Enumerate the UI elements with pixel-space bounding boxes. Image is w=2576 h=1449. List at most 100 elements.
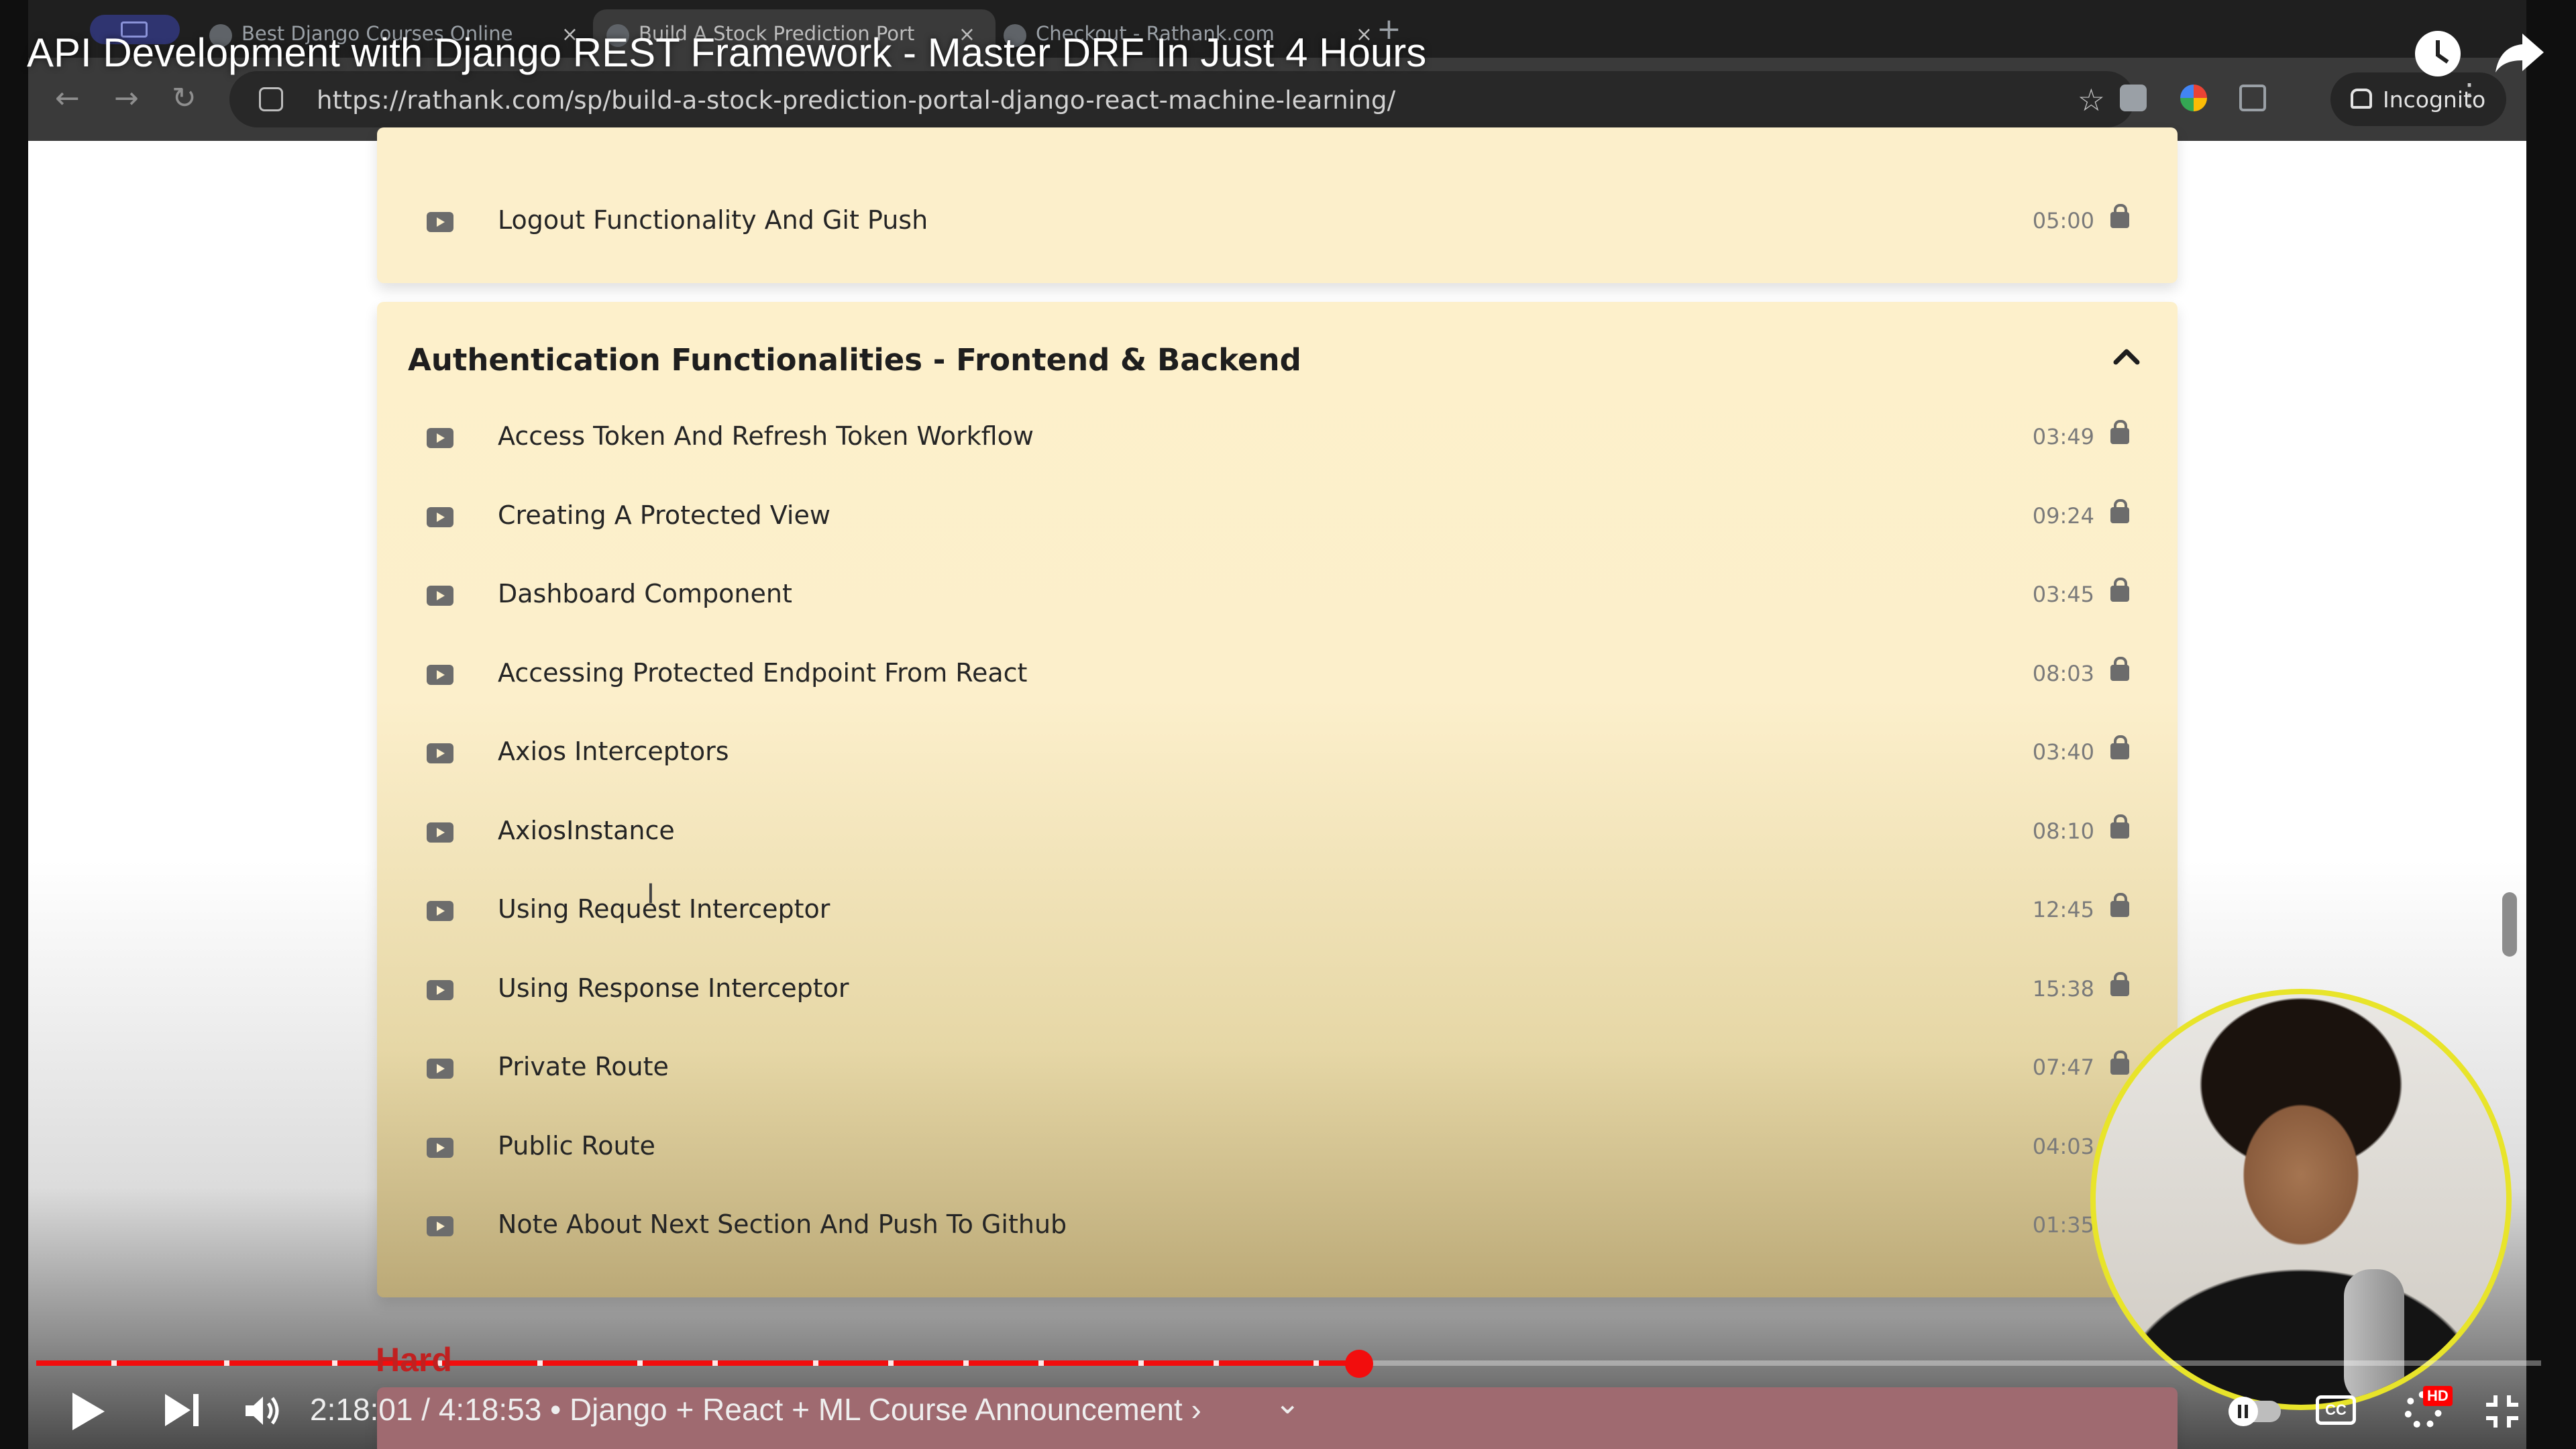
scrubber-handle[interactable] [1344,1350,1373,1378]
chapter-gap [637,1360,643,1366]
lock-icon [2110,1051,2129,1075]
autoplay-knob [2229,1397,2258,1426]
chapter-gap [888,1360,894,1366]
lock-icon [2110,893,2129,917]
video-icon [427,979,453,1000]
video-icon [427,586,453,606]
video-icon [427,212,453,232]
video-title[interactable]: API Development with Django REST Framewo… [27,30,1426,76]
play-icon[interactable] [72,1393,105,1430]
next-icon-bar [193,1394,199,1426]
bookmark-star-icon[interactable]: ☆ [2078,82,2105,118]
lesson-row[interactable]: AxiosInstance 08:10 [377,797,2178,871]
video-icon [427,664,453,685]
presenter-webcam [2090,989,2512,1410]
video-icon [427,743,453,763]
lesson-title: Using Response Interceptor [498,973,849,1003]
lock-icon [2110,735,2129,759]
chapter-gap [224,1360,230,1366]
lesson-row[interactable]: Creating A Protected View 09:24 [377,482,2178,555]
lesson-title: Using Request Interceptor [498,894,830,924]
video-icon [427,428,453,448]
chapter-gap [111,1360,117,1366]
reload-icon[interactable]: ↻ [172,82,197,115]
chapter-gap [812,1360,818,1366]
chapter-gap [1313,1360,1320,1366]
chapter-gap [537,1360,543,1366]
lesson-title: Access Token And Refresh Token Workflow [498,421,1034,451]
chapter-gap [331,1360,337,1366]
exit-fullscreen-icon[interactable] [2485,1394,2520,1429]
autoplay-toggle-icon[interactable] [2229,1397,2281,1426]
lock-icon [2110,656,2129,681]
section-title[interactable]: Authentication Functionalities - Fronten… [408,342,1301,378]
lock-icon [2110,971,2129,996]
next-icon[interactable] [165,1394,191,1426]
lesson-row[interactable]: Dashboard Component 03:45 [377,560,2178,634]
lesson-row[interactable]: Private Route 07:47 [377,1033,2178,1107]
site-settings-icon[interactable] [259,87,283,111]
lesson-row[interactable]: Public Route 04:03 [377,1112,2178,1186]
player-controls: 2:18:01 / 4:18:53 • Django + React + ML … [0,1382,2576,1449]
time-display[interactable]: 2:18:01 / 4:18:53 • Django + React + ML … [310,1391,1201,1428]
lesson-duration: 01:35 [2032,1212,2094,1238]
lock-icon [2110,420,2129,444]
address-bar[interactable]: https://rathank.com/sp/build-a-stock-pre… [229,71,2135,127]
forward-icon[interactable]: → [114,82,139,115]
incognito-icon [2351,89,2372,109]
lock-icon [2110,578,2129,602]
video-icon [427,901,453,921]
lesson-duration: 07:47 [2032,1055,2094,1080]
color-extension-icon[interactable] [2180,85,2207,111]
lesson-title: AxiosInstance [498,815,675,845]
lesson-title: Accessing Protected Endpoint From React [498,657,1028,688]
volume-icon[interactable] [243,1394,283,1428]
video-icon [427,1059,453,1079]
text-cursor-icon: I [647,879,655,910]
lesson-row[interactable]: Logout Functionality And Git Push 05:00 [377,186,2178,260]
browser-menu-icon[interactable]: ⋮ [2454,76,2485,113]
lesson-duration: 04:03 [2032,1133,2094,1159]
lesson-duration: 05:00 [2032,208,2094,233]
lesson-title: Note About Next Section And Push To Gith… [498,1210,1067,1239]
lesson-title: Public Route [498,1130,655,1161]
progress-played [36,1360,1359,1366]
chapter-gap [712,1360,718,1366]
previous-section-card: Logout Functionality And Git Push 05:00 [377,127,2178,283]
lesson-duration: 15:38 [2032,975,2094,1002]
chevron-up-icon[interactable] [2106,337,2147,377]
lesson-row[interactable]: Note About Next Section And Push To Gith… [377,1191,2178,1265]
camera-extension-icon[interactable] [2120,85,2147,111]
lesson-row[interactable]: Access Token And Refresh Token Workflow 0… [377,402,2178,476]
video-icon [427,822,453,843]
lesson-duration: 08:03 [2032,660,2094,686]
back-icon[interactable]: ← [55,82,80,115]
lesson-row[interactable]: Axios Interceptors 03:40 [377,718,2178,792]
url-text[interactable]: https://rathank.com/sp/build-a-stock-pre… [317,86,1395,115]
lesson-duration: 12:45 [2032,897,2094,922]
lesson-duration: 08:10 [2032,818,2094,844]
lock-icon [2110,814,2129,839]
watch-later-icon[interactable] [2415,31,2461,76]
chapter-gap [963,1360,969,1366]
chapters-chevron-icon[interactable]: ⌄ [1275,1385,1301,1421]
share-icon[interactable] [2493,30,2546,76]
lesson-duration: 09:24 [2032,502,2094,529]
hd-badge: HD [2423,1386,2453,1406]
lesson-duration: 03:49 [2032,424,2094,449]
chapter-gap [1038,1360,1044,1366]
chapter-gap [1138,1360,1144,1366]
extensions-puzzle-icon[interactable] [2239,85,2266,111]
page-scrollbar[interactable] [2502,892,2517,957]
captions-icon[interactable]: CC [2316,1395,2356,1425]
chapter-marker-label: Hard [376,1341,452,1379]
lesson-duration: 03:40 [2032,739,2094,765]
lesson-row[interactable]: Accessing Protected Endpoint From React 0… [377,639,2178,713]
lock-icon [2110,204,2129,228]
lesson-title: Creating A Protected View [498,500,830,530]
lock-icon [2110,498,2129,523]
lesson-title: Axios Interceptors [498,737,729,766]
lesson-title: Logout Functionality And Git Push [498,205,928,235]
lesson-row[interactable]: Using Response Interceptor 15:38 [377,955,2178,1028]
chapter-gap [1213,1360,1219,1366]
